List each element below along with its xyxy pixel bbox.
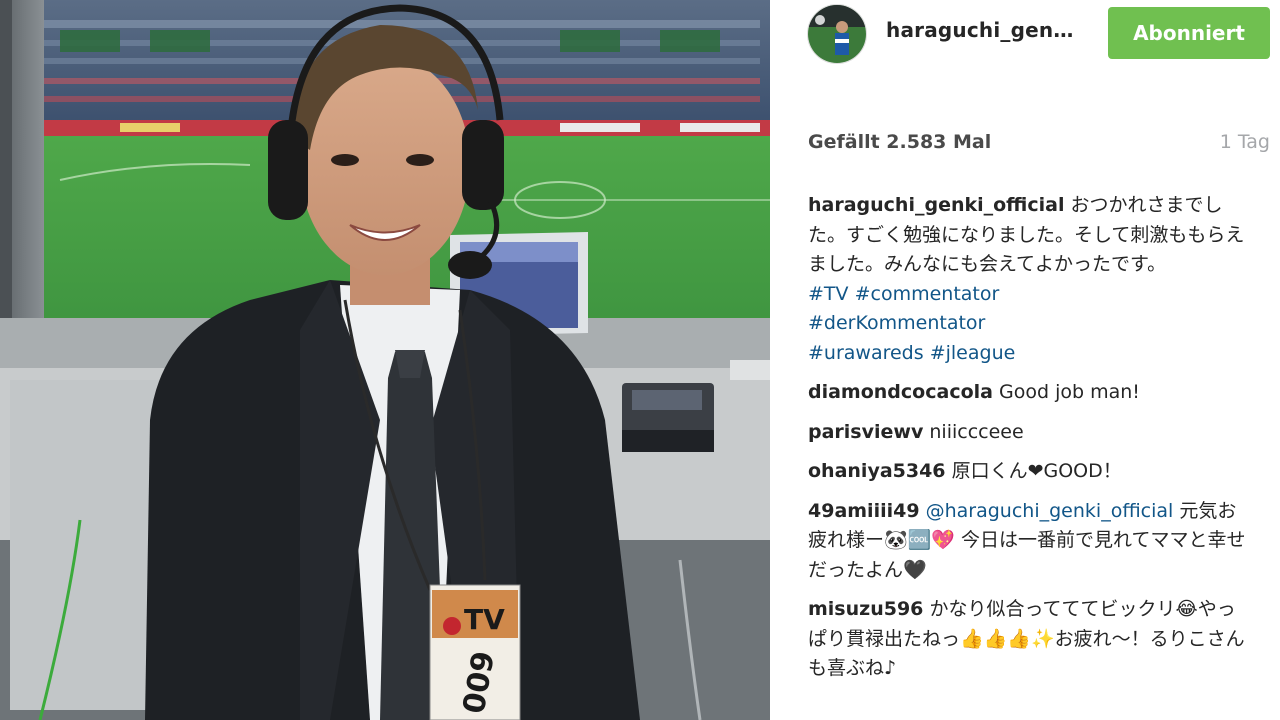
comment-username[interactable]: ohaniya5346	[808, 460, 946, 482]
post-photo[interactable]: TV 009	[0, 0, 770, 720]
list-item: misuzu596 かなり似合ってててビックリ😂やっぱり貫禄出たねっ👍👍👍✨お疲…	[808, 595, 1248, 684]
comment-text: 原口くん❤GOOD！	[951, 460, 1122, 482]
post-header: haraguchi_gen… Abonniert	[770, 0, 1280, 66]
hashtag[interactable]: #derKommentator	[808, 312, 985, 334]
comment-username[interactable]: diamondcocacola	[808, 381, 993, 403]
avatar-image	[808, 5, 866, 63]
comment-username[interactable]: misuzu596	[808, 598, 923, 620]
hashtag[interactable]: #TV	[808, 283, 849, 305]
post-username[interactable]: haraguchi_gen…	[886, 18, 1074, 42]
follow-button[interactable]: Abonniert	[1108, 7, 1270, 59]
comment-username[interactable]: 49amiiii49	[808, 500, 920, 522]
hashtag[interactable]: #urawareds	[808, 342, 924, 364]
list-item: parisviewv niiiccceee	[808, 418, 1248, 448]
comment-text: niiiccceee	[929, 420, 1024, 443]
comment-mention[interactable]: @haraguchi_genki_official	[926, 500, 1174, 522]
list-item: ohaniya5346 原口くん❤GOOD！	[808, 457, 1248, 487]
comment-list: haraguchi_genki_official おつかれさまでした。すごく勉強…	[808, 191, 1248, 694]
hashtag[interactable]: #jleague	[930, 342, 1016, 364]
likes-count[interactable]: Gefällt 2.583 Mal	[808, 131, 991, 153]
comment-username[interactable]: parisviewv	[808, 421, 923, 443]
list-item: diamondcocacola Good job man!	[808, 378, 1248, 408]
comment-text: Good job man!	[999, 381, 1140, 403]
caption-username[interactable]: haraguchi_genki_official	[808, 194, 1064, 216]
badge-label: TV	[464, 603, 505, 636]
post-details-panel: haraguchi_gen… Abonniert Gefällt 2.583 M…	[770, 0, 1280, 720]
list-item: 49amiiii49 @haraguchi_genki_official 元気お…	[808, 497, 1248, 586]
post-time[interactable]: 1 Tag	[1220, 131, 1270, 153]
caption: haraguchi_genki_official おつかれさまでした。すごく勉強…	[808, 191, 1248, 368]
avatar[interactable]	[807, 4, 867, 64]
hashtag[interactable]: #commentator	[855, 283, 1000, 305]
photo-illustration	[0, 0, 770, 720]
